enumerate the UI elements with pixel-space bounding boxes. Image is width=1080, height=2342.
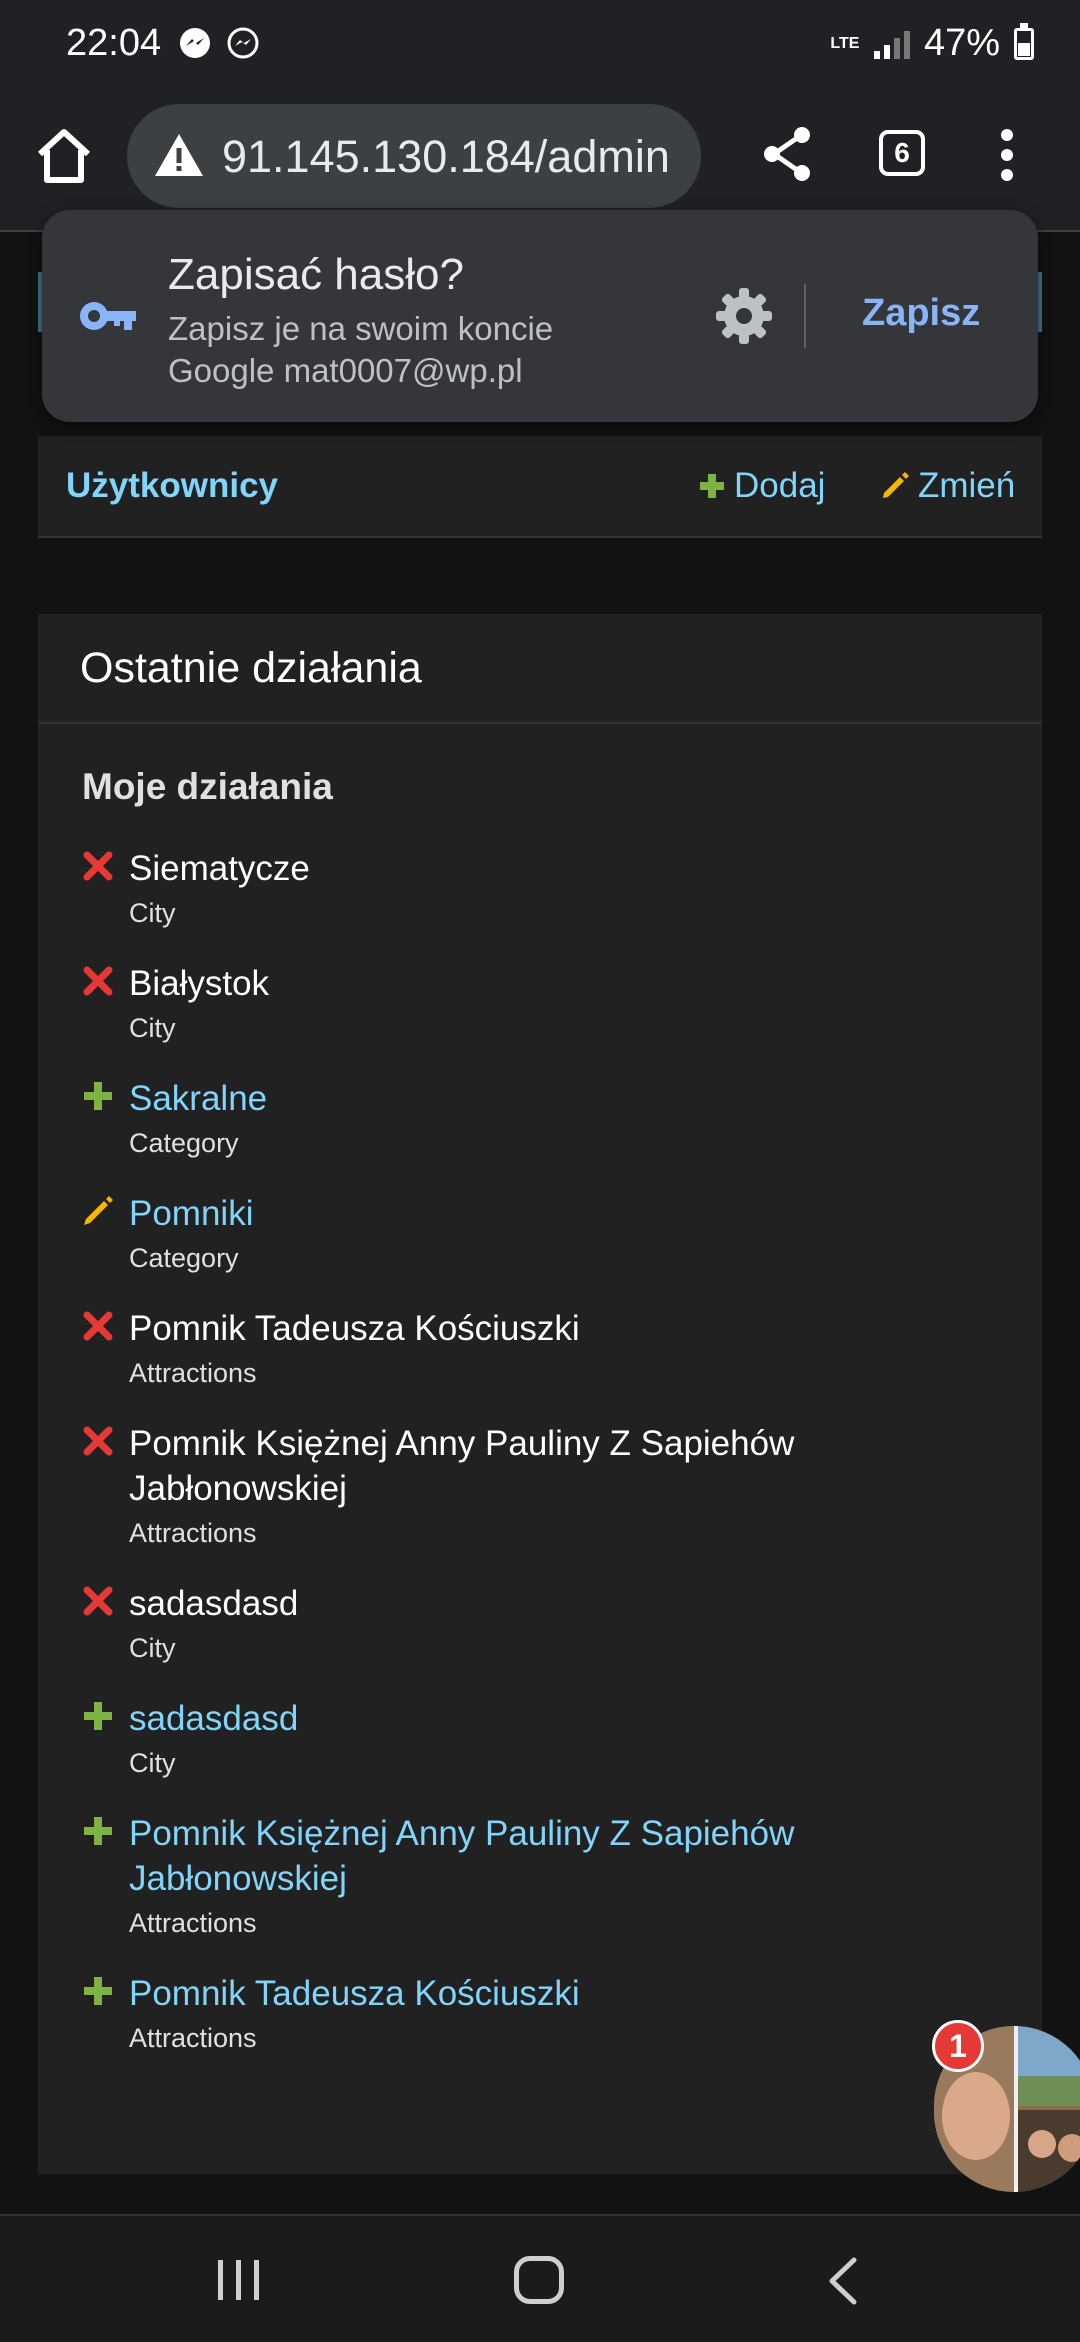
action-object-name[interactable]: Pomnik Księżnej Anny Pauliny Z Sapiehów …: [129, 1811, 949, 1901]
pencil-icon: [84, 1196, 113, 1225]
add-icon: [700, 474, 724, 498]
tab-switcher-button[interactable]: 6: [879, 130, 925, 176]
action-content-type: Category: [129, 1243, 239, 1273]
recent-actions-header: Ostatnie działania: [38, 614, 1042, 724]
back-icon[interactable]: [824, 2256, 860, 2306]
action-object-name[interactable]: Pomnik Tadeusza Kościuszki: [129, 1971, 949, 2016]
signal-icon: [873, 29, 910, 59]
tab-count: 6: [894, 137, 910, 168]
recent-apps-icon[interactable]: [216, 2258, 262, 2302]
add-user-link[interactable]: Dodaj: [698, 466, 825, 506]
action-content-type: Attractions: [129, 1908, 257, 1938]
action-item: Pomnik Księżnej Anny Pauliny Z Sapiehów …: [82, 1811, 1022, 1941]
action-content-type: City: [129, 1633, 176, 1663]
action-item: Pomnik Tadeusza Kościuszki Attractions: [82, 1971, 1022, 2056]
action-item: Pomnik Tadeusza Kościuszki Attractions: [82, 1306, 1022, 1391]
action-object-name[interactable]: Sakralne: [129, 1076, 949, 1121]
warning-icon[interactable]: [153, 130, 205, 182]
action-item: Sakralne Category: [82, 1076, 1022, 1161]
add-icon: [84, 1817, 112, 1845]
change-user-link[interactable]: Zmień: [880, 466, 1015, 506]
delete-icon: [83, 851, 113, 881]
users-link[interactable]: Użytkownicy: [66, 466, 278, 506]
delete-icon: [83, 1426, 113, 1456]
action-item: sadasdasd City: [82, 1581, 1022, 1666]
action-object-name[interactable]: Pomniki: [129, 1191, 949, 1236]
messenger-chat-head[interactable]: 1: [932, 2020, 1080, 2192]
notification-badge: 1: [932, 2020, 984, 2072]
gear-icon[interactable]: [714, 286, 774, 346]
action-content-type: Attractions: [129, 1358, 257, 1388]
pencil-icon: [883, 472, 909, 498]
action-list: Siematycze City Białystok City Sakralne Categ…: [82, 846, 1022, 2086]
save-password-button[interactable]: Zapisz: [862, 292, 980, 335]
action-item: Pomnik Księżnej Anny Pauliny Z Sapiehów …: [82, 1421, 1022, 1551]
action-content-type: City: [129, 898, 176, 928]
status-time: 22:04: [66, 22, 162, 64]
action-object-name[interactable]: sadasdasd: [129, 1696, 949, 1741]
system-navigation-bar: [0, 2214, 1080, 2342]
home-icon[interactable]: [28, 120, 100, 192]
action-content-type: Attractions: [129, 2023, 257, 2053]
save-password-prompt: Zapisać hasło? Zapisz je na swoim koncie…: [42, 210, 1038, 422]
add-icon: [84, 1977, 112, 2005]
action-object-name: Pomnik Księżnej Anny Pauliny Z Sapiehów …: [129, 1424, 795, 1508]
key-icon: [80, 302, 136, 330]
home-nav-icon[interactable]: [514, 2256, 564, 2304]
lte-indicator: LTE: [830, 34, 860, 52]
action-object-name: Białystok: [129, 964, 270, 1003]
add-icon: [84, 1082, 112, 1110]
recent-actions-module: Ostatnie działania Moje działania Siemat…: [38, 614, 1042, 2174]
recent-actions-title: Ostatnie działania: [80, 644, 422, 692]
delete-icon: [83, 1586, 113, 1616]
status-right: LTE 47%: [830, 22, 1034, 65]
share-icon[interactable]: [756, 122, 820, 186]
add-icon: [84, 1702, 112, 1730]
delete-icon: [83, 1311, 113, 1341]
address-bar[interactable]: 91.145.130.184/admin: [127, 104, 701, 208]
action-item: sadasdasd City: [82, 1696, 1022, 1781]
battery-percent: 47%: [923, 22, 1000, 64]
battery-fill: [1018, 43, 1030, 56]
action-content-type: City: [129, 1013, 176, 1043]
action-object-name: Pomnik Tadeusza Kościuszki: [129, 1309, 580, 1348]
action-object-name: Siematycze: [129, 849, 310, 888]
messenger-outline-icon: [227, 27, 259, 59]
url-text[interactable]: 91.145.130.184/admin: [222, 131, 670, 183]
battery-icon: [1014, 22, 1034, 60]
add-user-label: Dodaj: [734, 466, 826, 505]
my-actions-title: Moje działania: [82, 766, 333, 807]
prompt-subtitle: Zapisz je na swoim koncie Google mat0007…: [168, 310, 554, 389]
messenger-icon: [180, 28, 210, 58]
action-item: Siematycze City: [82, 846, 1022, 931]
prompt-title: Zapisać hasło?: [168, 250, 464, 299]
status-bar: 22:04 LTE 47%: [0, 0, 1080, 90]
more-menu-icon[interactable]: [985, 125, 1029, 185]
action-content-type: Category: [129, 1128, 239, 1158]
action-item: Pomniki Category: [82, 1191, 1022, 1276]
action-item: Białystok City: [82, 961, 1022, 1046]
model-row-users: Użytkownicy Dodaj Zmień: [38, 436, 1042, 538]
prompt-divider: [804, 284, 806, 348]
admin-page: Użytkownicy Dodaj Zmień Ostatnie działan…: [0, 232, 1080, 2214]
delete-icon: [83, 966, 113, 996]
action-content-type: Attractions: [129, 1518, 257, 1548]
change-user-label: Zmień: [918, 466, 1016, 505]
action-content-type: City: [129, 1748, 176, 1778]
action-object-name: sadasdasd: [129, 1584, 299, 1623]
